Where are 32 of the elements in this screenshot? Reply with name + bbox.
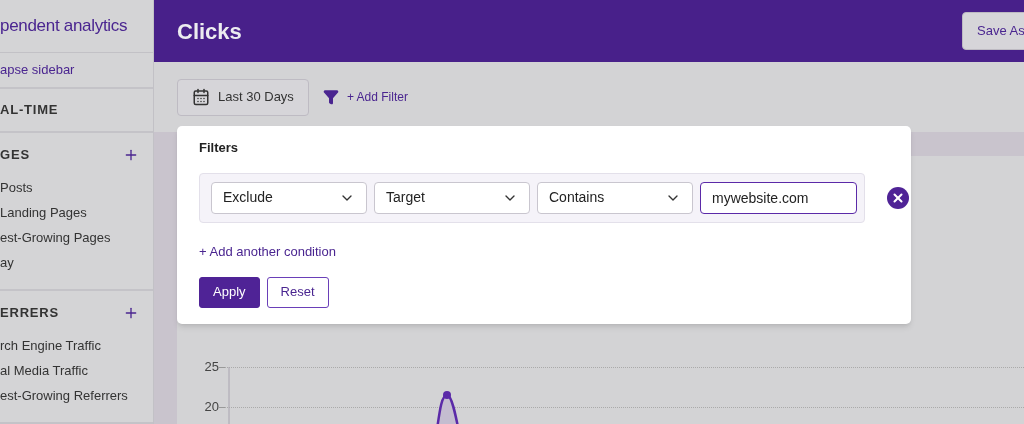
input-field[interactable]: mywebsite.com [700, 181, 857, 214]
add-filter-link[interactable]: + Add Filter [346, 88, 408, 106]
funnel-icon [322, 89, 339, 105]
sidebar-item[interactable]: Posts [0, 175, 153, 200]
add-icon[interactable] [123, 305, 139, 321]
select-dropdown[interactable]: Exclude [211, 181, 367, 214]
sidebar-item[interactable]: al Media Traffic [0, 358, 153, 383]
sidebar-item[interactable]: ay [0, 250, 153, 275]
section-heading: GES [0, 146, 30, 165]
section-heading: ERRERS [0, 304, 59, 323]
add-icon[interactable] [123, 147, 139, 163]
sidebar-item[interactable]: Landing Pages [0, 200, 153, 225]
section-heading: AL-TIME [0, 101, 59, 120]
sidebar-item[interactable]: est-Growing Pages [0, 225, 153, 250]
save-as-button[interactable]: Save As [962, 12, 1024, 50]
apply-button[interactable]: Apply [199, 276, 260, 308]
logo-text: pendent analytics [0, 15, 128, 38]
collapse-sidebar-link[interactable]: apse sidebar [0, 60, 75, 80]
y-axis-label: 20 [203, 398, 219, 417]
calendar-icon [192, 88, 210, 106]
close-icon [891, 190, 905, 205]
y-axis-label: 25 [203, 358, 219, 377]
panel-title: Filters [199, 139, 239, 157]
sidebar-item[interactable]: est-Growing Referrers [0, 383, 153, 408]
sidebar-item[interactable]: rch Engine Traffic [0, 333, 153, 358]
reset-button[interactable]: Reset [266, 276, 329, 308]
remove-condition-button[interactable] [887, 186, 909, 209]
add-condition-link[interactable]: + Add another condition [199, 243, 336, 259]
date-range-button[interactable]: Last 30 Days [177, 78, 309, 116]
select-dropdown[interactable]: Target [374, 181, 530, 214]
select-dropdown[interactable]: Contains [537, 181, 693, 214]
page-title: Clicks [177, 17, 242, 46]
